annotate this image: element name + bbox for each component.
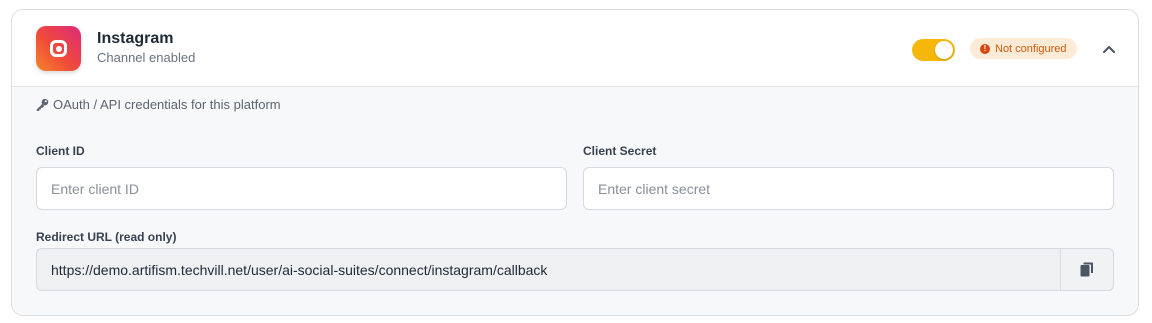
toggle-knob bbox=[935, 41, 953, 59]
status-badge: ! Not configured bbox=[970, 38, 1077, 59]
instagram-icon bbox=[36, 26, 81, 71]
credentials-note: OAuth / API credentials for this platfor… bbox=[36, 97, 281, 112]
copy-url-button[interactable] bbox=[1060, 248, 1114, 291]
client-secret-input[interactable] bbox=[583, 167, 1114, 210]
client-id-label: Client ID bbox=[36, 144, 85, 158]
redirect-url-label: Redirect URL (read only) bbox=[36, 230, 177, 244]
client-id-input[interactable] bbox=[36, 167, 567, 210]
channel-card: Instagram Channel enabled ! Not configur… bbox=[11, 9, 1139, 316]
channel-header[interactable]: Instagram Channel enabled ! Not configur… bbox=[12, 10, 1138, 87]
key-icon bbox=[36, 98, 49, 111]
alert-circle-icon: ! bbox=[980, 43, 990, 54]
chevron-up-icon[interactable] bbox=[1101, 41, 1117, 57]
channel-status: Channel enabled bbox=[97, 50, 196, 65]
client-secret-label: Client Secret bbox=[583, 144, 657, 158]
credentials-note-text: OAuth / API credentials for this platfor… bbox=[53, 97, 281, 112]
credentials-panel: OAuth / API credentials for this platfor… bbox=[12, 87, 1138, 315]
redirect-url-field[interactable]: https://demo.artifism.techvill.net/user/… bbox=[36, 248, 1061, 291]
copy-icon bbox=[1080, 262, 1093, 277]
redirect-url-value: https://demo.artifism.techvill.net/user/… bbox=[51, 261, 548, 278]
status-badge-label: Not configured bbox=[995, 42, 1067, 55]
channel-title: Instagram bbox=[97, 30, 174, 47]
channel-enabled-toggle[interactable] bbox=[912, 39, 955, 61]
